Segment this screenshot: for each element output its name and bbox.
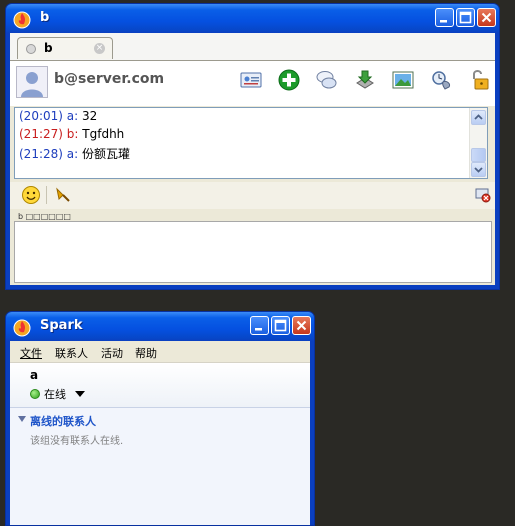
end-chat-icon[interactable] <box>474 186 492 204</box>
input-toolbar <box>10 182 495 209</box>
message-row: (21:28) a: 份额瓦瓘 <box>19 145 130 162</box>
online-status-icon <box>30 389 40 399</box>
message-text: 32 <box>82 109 98 123</box>
user-name: a <box>30 368 39 382</box>
emoticon-icon[interactable] <box>21 185 41 205</box>
file-transfer-icon[interactable] <box>353 68 377 92</box>
spark-client-area: 文件 联系人 活动 帮助 a 在线 离线的联系人 该组没有联系人在线. <box>10 341 310 525</box>
menu-bar: 文件 联系人 活动 帮助 <box>10 341 310 363</box>
menu-actions[interactable]: 活动 <box>101 345 123 361</box>
chat-title-bar[interactable]: b <box>6 4 499 33</box>
presence-icon <box>26 44 36 54</box>
unlock-icon[interactable] <box>467 68 491 92</box>
tab-strip: b × <box>10 33 495 60</box>
typing-status: b □□□□□□ <box>18 212 71 221</box>
chat-header: b@server.com <box>10 60 495 106</box>
group-offline-contacts[interactable]: 离线的联系人 <box>30 413 96 429</box>
chat-tab-b[interactable]: b × <box>17 37 113 59</box>
menu-contacts[interactable]: 联系人 <box>55 345 88 361</box>
chat-client-area: b × b@server.com (20:01) a: 32 (21:27) b… <box>10 33 495 285</box>
message-input[interactable] <box>14 221 492 283</box>
avatar <box>16 66 48 98</box>
message-time: (21:27) <box>19 127 63 141</box>
spark-window: Spark 文件 联系人 活动 帮助 a 在线 离线的联系人 该组没有联系人在线… <box>5 311 315 526</box>
scroll-up-button[interactable] <box>471 110 486 125</box>
chat-transcript[interactable]: (20:01) a: 32 (21:27) b: Tgfdhh (21:28) … <box>14 107 488 179</box>
call-icon[interactable] <box>429 68 453 92</box>
message-row: (20:01) a: 32 <box>19 109 97 123</box>
status-selector[interactable]: 在线 <box>44 386 66 402</box>
toolbar-divider <box>46 186 47 204</box>
message-row: (21:27) b: Tgfdhh <box>19 127 124 141</box>
add-contact-icon[interactable] <box>277 68 301 92</box>
message-text: Tgfdhh <box>82 127 125 141</box>
menu-help[interactable]: 帮助 <box>135 345 157 361</box>
scroll-thumb[interactable] <box>471 148 486 162</box>
spark-flame-icon <box>13 11 31 29</box>
tab-close-icon[interactable]: × <box>94 43 105 54</box>
message-sender: a: <box>66 147 79 161</box>
contact-jid: b@server.com <box>54 71 165 87</box>
message-sender: a: <box>66 109 79 123</box>
spark-window-title: Spark <box>40 318 83 333</box>
screenshot-icon[interactable] <box>391 68 415 92</box>
message-time: (20:01) <box>19 109 63 123</box>
message-text: 份额瓦瓘 <box>82 147 131 161</box>
menu-file[interactable]: 文件 <box>20 345 42 361</box>
chat-window-title: b <box>40 10 50 25</box>
contact-list: 离线的联系人 该组没有联系人在线. <box>10 407 310 525</box>
minimize-button[interactable] <box>250 316 269 335</box>
chat-history-icon[interactable] <box>315 68 339 92</box>
message-sender: b: <box>66 127 79 141</box>
vcard-icon[interactable] <box>239 68 263 92</box>
group-empty-note: 该组没有联系人在线. <box>30 436 124 447</box>
nudge-buzz-icon[interactable] <box>54 186 72 204</box>
chat-window: b b × b@server.com (20:01) a: 32 (21:27)… <box>5 3 500 290</box>
maximize-button[interactable] <box>456 8 475 27</box>
minimize-button[interactable] <box>435 8 454 27</box>
scroll-down-button[interactable] <box>471 162 486 177</box>
close-button[interactable] <box>477 8 496 27</box>
profile-area: a 在线 <box>10 363 310 407</box>
close-button[interactable] <box>292 316 311 335</box>
tab-label: b <box>44 41 53 55</box>
collapse-arrow-icon[interactable] <box>18 416 26 422</box>
chevron-down-icon[interactable] <box>75 391 85 397</box>
transcript-scrollbar[interactable] <box>469 108 487 178</box>
spark-title-bar[interactable]: Spark <box>6 312 314 341</box>
message-time: (21:28) <box>19 147 63 161</box>
spark-flame-icon <box>13 319 31 337</box>
maximize-button[interactable] <box>271 316 290 335</box>
